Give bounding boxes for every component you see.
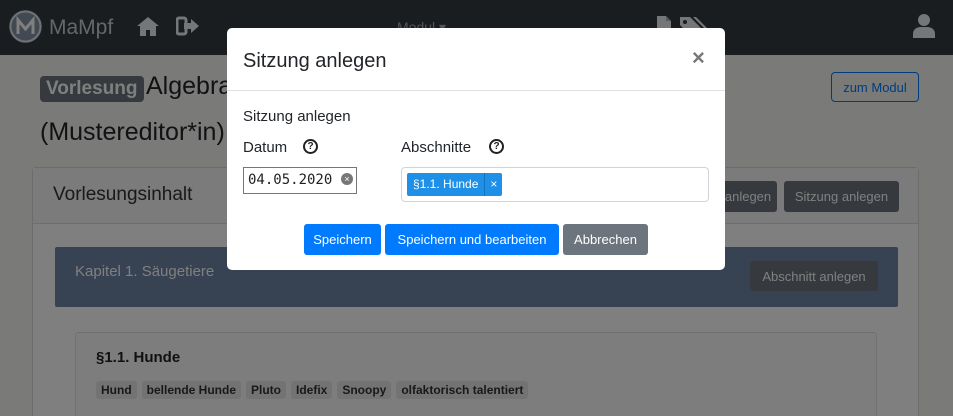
remove-section-icon[interactable]: × — [484, 173, 503, 196]
close-icon[interactable]: × — [692, 45, 705, 71]
clear-date-icon[interactable]: × — [341, 173, 353, 185]
abschnitte-select[interactable]: §1.1. Hunde × — [401, 167, 709, 202]
modal-header: Sitzung anlegen × — [227, 28, 725, 91]
datum-value: 04.05.2020 — [248, 172, 333, 188]
cancel-button[interactable]: Abbrechen — [563, 224, 648, 255]
abschnitte-help-icon[interactable]: ? — [489, 139, 504, 154]
sitzung-anlegen-modal: Sitzung anlegen × Sitzung anlegen Datum … — [227, 28, 725, 270]
save-button[interactable]: Speichern — [304, 224, 381, 255]
modal-title: Sitzung anlegen — [243, 50, 387, 72]
selected-section-chip: §1.1. Hunde × — [407, 173, 503, 196]
selected-section-label: §1.1. Hunde — [407, 173, 485, 196]
datum-label: Datum — [243, 139, 288, 156]
datum-date-input[interactable]: 04.05.2020 × — [243, 167, 357, 194]
abschnitte-label: Abschnitte — [401, 139, 472, 156]
form-heading: Sitzung anlegen — [243, 108, 351, 125]
save-and-edit-button[interactable]: Speichern und bearbeiten — [385, 224, 559, 255]
datum-help-icon[interactable]: ? — [303, 139, 318, 154]
